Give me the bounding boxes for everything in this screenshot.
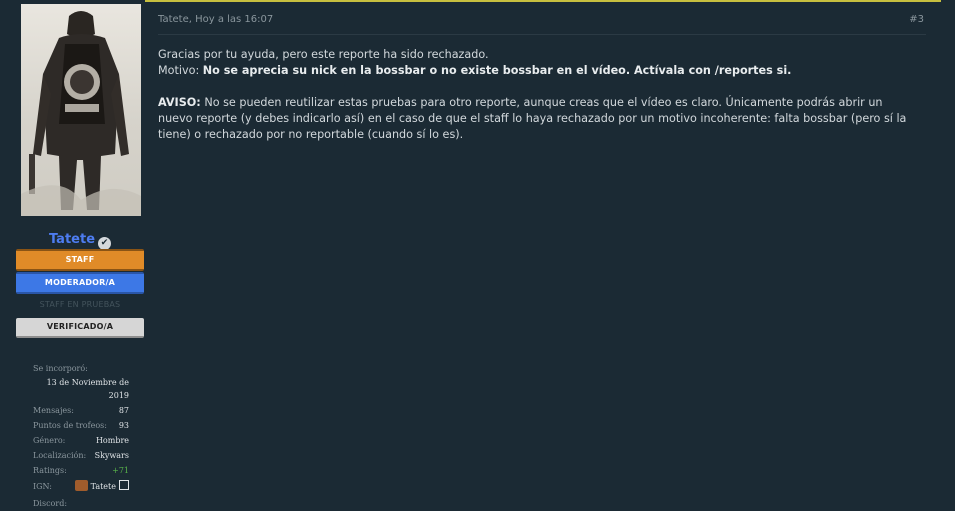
user-stats: Se incorporó: 13 de Noviembre de 2019 Me…: [33, 361, 129, 511]
stat-label: Puntos de trofeos:: [33, 421, 107, 430]
badge-moderator: MODERADOR/A: [16, 272, 144, 294]
stat-label: IGN:: [33, 482, 52, 491]
post-paragraph-notice: AVISO: No se pueden reutilizar estas pru…: [158, 95, 918, 143]
stat-label: Se incorporó:: [33, 364, 88, 373]
stat-row-ign: IGN: Tatete: [33, 478, 129, 496]
notice-label: AVISO:: [158, 96, 201, 109]
external-link-icon: [119, 480, 129, 490]
reason-text: No se aprecia su nick en la bossbar o no…: [202, 64, 792, 77]
stat-row-messages: Mensajes: 87: [33, 403, 129, 418]
stat-value[interactable]: 87: [119, 403, 129, 418]
stat-joined-label-row: Se incorporó:: [33, 361, 129, 376]
stat-joined-value: 13 de Noviembre de 2019: [46, 378, 129, 400]
divider: [158, 34, 926, 35]
stat-label: Género:: [33, 436, 66, 445]
user-info-column: Tatete ✔ STAFF MODERADOR/A STAFF EN PRUEB…: [0, 0, 150, 508]
stat-row-ratings: Ratings: +71: [33, 463, 129, 478]
stat-value: Hombre: [95, 436, 129, 445]
stat-value: Skywars: [94, 451, 129, 460]
notice-text: No se pueden reutilizar estas pruebas pa…: [158, 96, 907, 141]
reason-label: Motivo:: [158, 64, 203, 77]
post-number-link[interactable]: #3: [909, 14, 924, 25]
stat-value[interactable]: +71: [112, 463, 129, 478]
post-content: Gracias por tu ayuda, pero este reporte …: [158, 47, 918, 159]
badge-verified: VERIFICADO/A: [16, 318, 144, 338]
stat-row-location: Localización: Skywars: [33, 448, 129, 463]
stat-row-trophies: Puntos de trofeos: 93: [33, 418, 129, 433]
user-avatar[interactable]: [21, 4, 141, 216]
post-header: Tatete, Hoy a las 16:07 #3: [158, 14, 926, 28]
post-top-accent-line: [145, 0, 941, 2]
stat-label: Ratings:: [33, 466, 67, 475]
stat-value[interactable]: 93: [119, 418, 129, 433]
username[interactable]: Tatete: [49, 232, 95, 247]
post-meta[interactable]: Tatete, Hoy a las 16:07: [158, 14, 273, 25]
badge-staff: STAFF: [16, 249, 144, 271]
post-line-thanks: Gracias por tu ayuda, pero este reporte …: [158, 48, 489, 61]
minecraft-head-icon: [74, 480, 88, 491]
stat-label: Mensajes:: [33, 406, 74, 415]
ign-link[interactable]: Tatete: [74, 478, 129, 496]
ign-value: Tatete: [90, 482, 116, 491]
badge-staff-trial: STAFF EN PRUEBAS: [39, 300, 121, 309]
post-paragraph: Gracias por tu ayuda, pero este reporte …: [158, 47, 918, 79]
stat-row-gender: Género: Hombre: [33, 433, 129, 448]
stat-label: Localización:: [33, 451, 87, 460]
